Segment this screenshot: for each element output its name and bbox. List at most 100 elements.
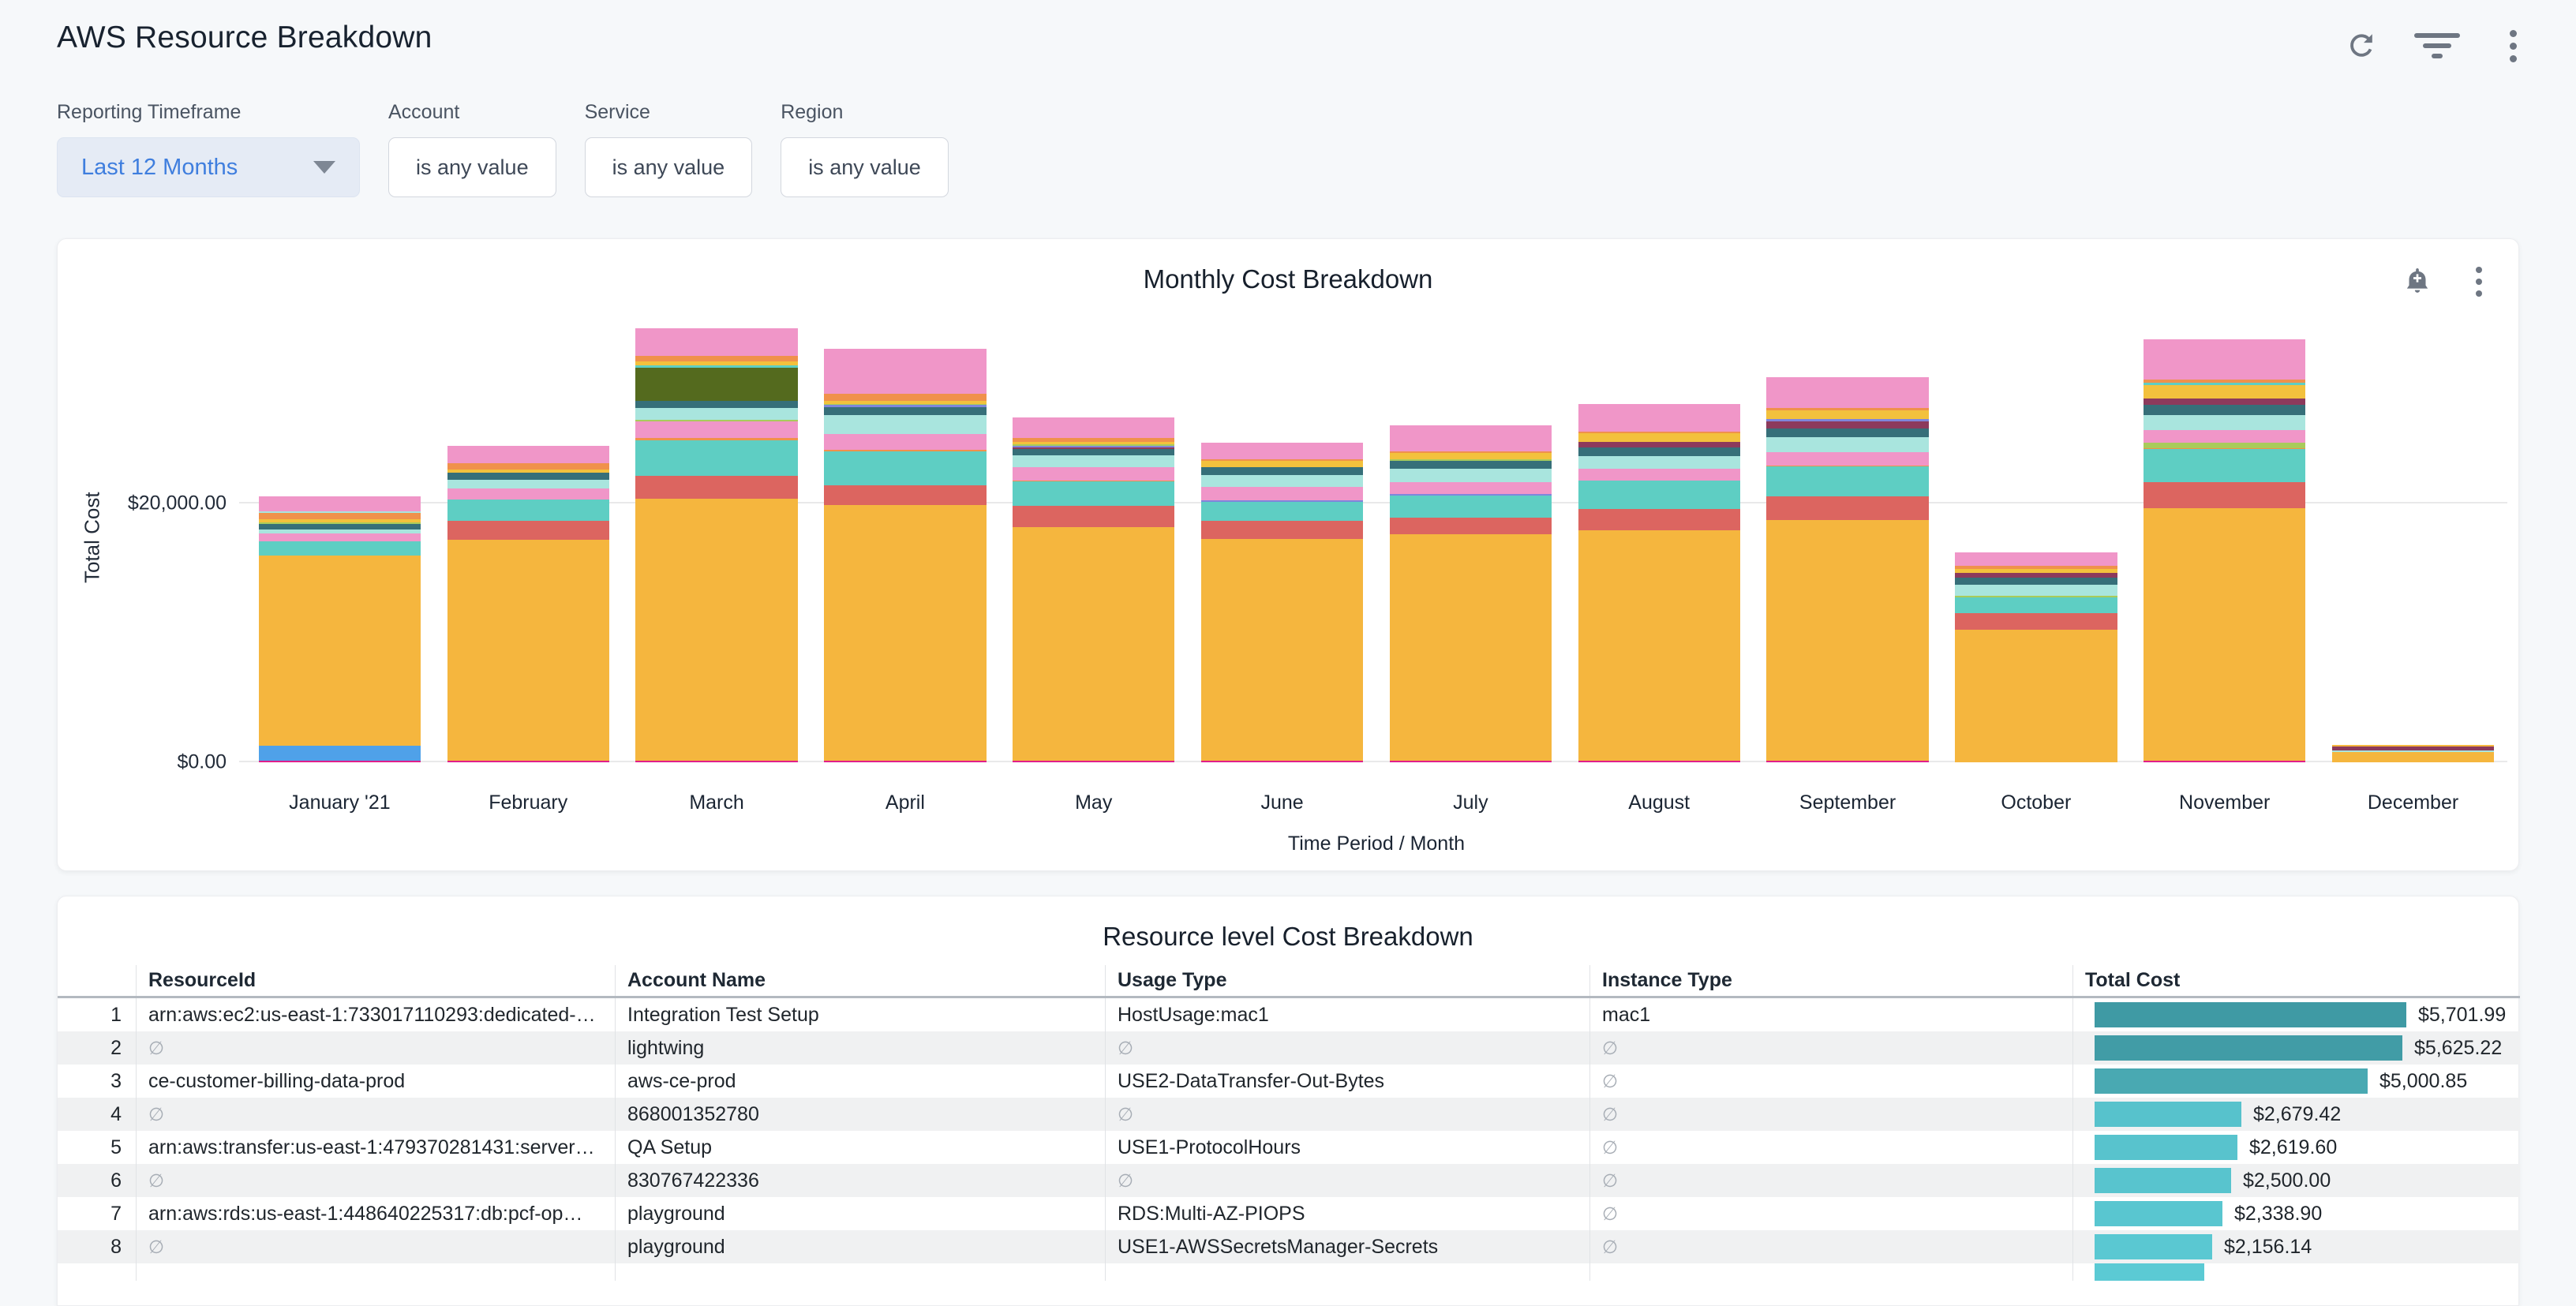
instance-type-cell[interactable]: ∅	[1590, 1131, 2073, 1164]
bar-segment[interactable]	[1390, 518, 1552, 534]
column-header[interactable]: Instance Type	[1590, 965, 2073, 996]
bar-segment[interactable]	[1390, 496, 1552, 518]
bar-segment[interactable]	[259, 541, 421, 556]
bar-segment[interactable]	[824, 407, 986, 415]
bar-segment[interactable]	[1013, 506, 1174, 526]
bar-segment[interactable]	[1766, 377, 1928, 408]
total-cost-cell[interactable]: $2,679.42	[2073, 1098, 2520, 1131]
resource-id-cell[interactable]: arn:aws:rds:us-east-1:448640225317:db:pc…	[137, 1197, 616, 1230]
resource-id-cell[interactable]: ce-customer-billing-data-prod	[137, 1065, 616, 1098]
bar-segment[interactable]	[1390, 761, 1552, 763]
account-name-cell[interactable]: Integration Test Setup	[616, 998, 1106, 1031]
bar-segment[interactable]	[1013, 455, 1174, 467]
bar-segment[interactable]	[1766, 761, 1928, 763]
bar-segment[interactable]	[635, 328, 797, 356]
stacked-bar[interactable]	[259, 496, 421, 762]
bar-segment[interactable]	[1201, 461, 1363, 466]
bar-segment[interactable]	[1955, 585, 2117, 597]
bar-segment[interactable]	[824, 415, 986, 434]
bar-segment[interactable]	[2332, 752, 2494, 762]
bar-segment[interactable]	[824, 349, 986, 394]
bar-segment[interactable]	[1766, 452, 1928, 465]
total-cost-cell[interactable]: $2,338.90	[2073, 1197, 2520, 1230]
usage-type-cell[interactable]: RDS:Multi-AZ-PIOPS	[1106, 1197, 1590, 1230]
bar-segment[interactable]	[824, 451, 986, 485]
usage-type-cell[interactable]: USE2-DataTransfer-Out-Bytes	[1106, 1065, 1590, 1098]
total-cost-cell[interactable]: $2,156.14	[2073, 1230, 2520, 1263]
bar-segment[interactable]	[824, 485, 986, 505]
bar-segment[interactable]	[1013, 417, 1174, 438]
column-header[interactable]: Total Cost	[2073, 965, 2520, 996]
bar-segment[interactable]	[1578, 404, 1740, 431]
bar-segment[interactable]	[447, 761, 609, 763]
bar-segment[interactable]	[1955, 613, 2117, 630]
stacked-bar[interactable]	[824, 349, 986, 762]
bar-segment[interactable]	[1201, 761, 1363, 763]
account-name-cell[interactable]: playground	[616, 1230, 1106, 1263]
bar-segment[interactable]	[1578, 761, 1740, 763]
bar-segment[interactable]	[1766, 437, 1928, 452]
bar-segment[interactable]	[259, 524, 421, 530]
bar-segment[interactable]	[259, 746, 421, 761]
usage-type-cell[interactable]: HostUsage:mac1	[1106, 998, 1590, 1031]
bar-segment[interactable]	[1766, 421, 1928, 428]
bar-segment[interactable]	[635, 440, 797, 476]
bar-segment[interactable]	[1013, 449, 1174, 455]
bar-segment[interactable]	[259, 761, 421, 762]
bar-segment[interactable]	[1578, 530, 1740, 760]
bar-segment[interactable]	[1766, 428, 1928, 438]
stacked-bar[interactable]	[1390, 425, 1552, 762]
timeframe-dropdown[interactable]: Last 12 Months	[57, 137, 360, 197]
service-filter-button[interactable]: is any value	[585, 137, 753, 197]
bar-segment[interactable]	[1955, 578, 2117, 585]
bar-segment[interactable]	[1578, 469, 1740, 481]
usage-type-cell[interactable]: ∅	[1106, 1164, 1590, 1197]
total-cost-cell[interactable]: $5,000.85	[2073, 1065, 2520, 1098]
bar-segment[interactable]	[447, 463, 609, 469]
instance-type-cell[interactable]: ∅	[1590, 1098, 2073, 1131]
bar-segment[interactable]	[2144, 385, 2305, 399]
bar-segment[interactable]	[635, 421, 797, 438]
bar-segment[interactable]	[1766, 496, 1928, 520]
bar-segment[interactable]	[635, 499, 797, 760]
bar-segment[interactable]	[1201, 487, 1363, 500]
instance-type-cell[interactable]: ∅	[1590, 1230, 2073, 1263]
account-filter-button[interactable]: is any value	[388, 137, 556, 197]
instance-type-cell[interactable]: ∅	[1590, 1031, 2073, 1065]
resource-id-cell[interactable]: arn:aws:ec2:us-east-1:733017110293:dedic…	[137, 998, 616, 1031]
usage-type-cell[interactable]: USE1-ProtocolHours	[1106, 1131, 1590, 1164]
bar-segment[interactable]	[2144, 405, 2305, 414]
bar-segment[interactable]	[635, 476, 797, 500]
account-name-cell[interactable]: 830767422336	[616, 1164, 1106, 1197]
bar-segment[interactable]	[1390, 425, 1552, 451]
stacked-bar[interactable]	[1578, 404, 1740, 762]
bar-segment[interactable]	[635, 401, 797, 408]
bar-segment[interactable]	[447, 540, 609, 761]
bar-segment[interactable]	[1013, 467, 1174, 480]
bar-segment[interactable]	[635, 356, 797, 361]
resource-id-cell[interactable]: ∅	[137, 1164, 616, 1197]
bar-segment[interactable]	[1578, 433, 1740, 442]
bar-segment[interactable]	[1578, 481, 1740, 508]
bar-segment[interactable]	[259, 533, 421, 542]
bar-segment[interactable]	[2144, 761, 2305, 763]
bar-segment[interactable]	[259, 513, 421, 519]
resource-id-cell[interactable]: ∅	[137, 1098, 616, 1131]
column-header[interactable]: Account Name	[616, 965, 1106, 996]
resource-id-cell[interactable]: ∅	[137, 1230, 616, 1263]
bar-segment[interactable]	[1201, 502, 1363, 522]
bar-segment[interactable]	[447, 446, 609, 463]
account-name-cell[interactable]: lightwing	[616, 1031, 1106, 1065]
stacked-bar[interactable]	[2332, 745, 2494, 762]
bar-segment[interactable]	[1201, 467, 1363, 475]
stacked-bar[interactable]	[1766, 377, 1928, 762]
total-cost-cell[interactable]: $5,701.99	[2073, 998, 2520, 1031]
bar-segment[interactable]	[1578, 447, 1740, 456]
stacked-bar[interactable]	[2144, 339, 2305, 762]
bar-segment[interactable]	[259, 556, 421, 746]
bar-segment[interactable]	[824, 394, 986, 401]
bar-segment[interactable]	[1766, 410, 1928, 420]
bar-segment[interactable]	[447, 473, 609, 480]
bar-segment[interactable]	[1013, 481, 1174, 506]
bar-segment[interactable]	[1390, 482, 1552, 495]
